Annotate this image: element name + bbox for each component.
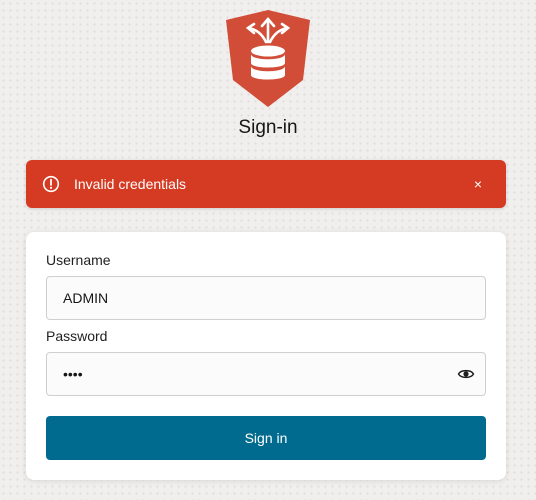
alert-message: Invalid credentials [74, 176, 187, 192]
close-icon[interactable]: × [468, 174, 488, 194]
eye-icon[interactable] [457, 365, 475, 383]
database-with-arrows-icon [226, 10, 310, 107]
alert-circle-icon [42, 175, 60, 193]
app-logo [226, 10, 310, 107]
password-label: Password [46, 328, 108, 344]
page-title: Sign-in [238, 117, 298, 138]
password-field[interactable] [46, 352, 486, 396]
password-input[interactable] [63, 353, 443, 395]
sign-in-button[interactable]: Sign in [46, 416, 486, 460]
username-input[interactable] [63, 277, 443, 319]
username-label: Username [46, 252, 111, 268]
login-card: Username Password Sign in [26, 232, 506, 480]
error-alert: Invalid credentials × [26, 160, 506, 208]
username-field[interactable] [46, 276, 486, 320]
